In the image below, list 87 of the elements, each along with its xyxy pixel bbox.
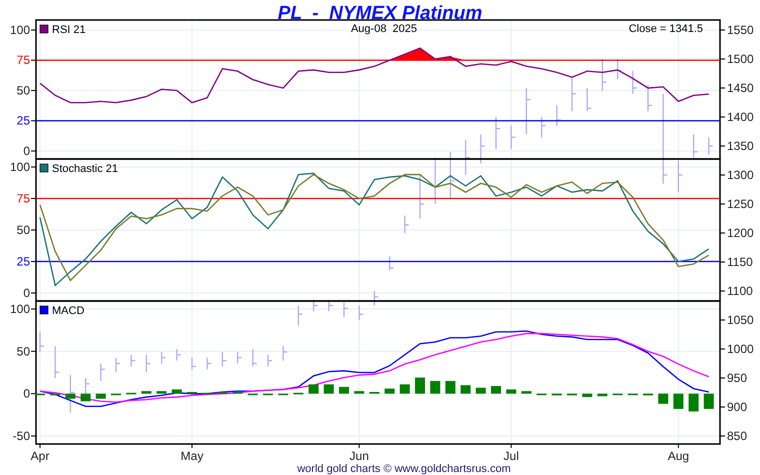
axis-tick-label: 1200 [727, 226, 754, 240]
axis-tick-label: 100 [10, 23, 30, 37]
price-bar [176, 349, 181, 361]
axis-tick-label: 50 [16, 84, 30, 98]
axis-tick-label: 0 [23, 286, 30, 300]
axis-tick-label: 100 [10, 160, 30, 174]
price-bar [708, 137, 713, 155]
chart-title: PL - NYMEX Platinum [278, 3, 482, 24]
axis-tick-label: 1150 [727, 255, 753, 269]
axis-tick-label: 950 [727, 371, 748, 385]
price-bar [389, 256, 394, 271]
price-bar [298, 306, 302, 326]
axis-tick-label: 1400 [727, 110, 754, 124]
price-bar [602, 59, 606, 91]
price-bar [70, 375, 74, 413]
price-bar [39, 332, 44, 352]
price-bar [510, 126, 516, 149]
axis-tick-label: 25 [16, 254, 30, 268]
price-bar [191, 358, 196, 370]
price-bar [237, 352, 242, 364]
legend-label: Stochastic 21 [52, 163, 118, 175]
price-bar [222, 352, 226, 366]
axis-tick-label: 0 [23, 144, 30, 158]
axis-tick-label: 1050 [727, 313, 754, 327]
price-bar [556, 105, 561, 126]
price-bar [374, 291, 378, 306]
price-bar [343, 302, 348, 318]
footer-text: world gold charts © www.goldchartsrus.com [297, 463, 511, 475]
price-bar [267, 354, 272, 366]
axis-tick-label: Apr [30, 449, 50, 463]
tick-mark [358, 444, 360, 448]
price-bar [678, 160, 682, 192]
price-bar [647, 85, 652, 112]
tick-mark [510, 444, 512, 448]
axis-tick-label: 50 [16, 344, 30, 358]
price-bar [85, 378, 90, 396]
axis-tick-label: 100 [10, 302, 30, 316]
price-bar [54, 346, 60, 378]
price-bar [404, 216, 409, 233]
axis-tick-label: May [180, 449, 204, 463]
price-bar [480, 134, 485, 164]
price-bar [130, 354, 136, 366]
price-bar [146, 354, 150, 372]
axis-tick-label: 75 [16, 192, 30, 206]
price-bar [100, 364, 105, 381]
price-bar [282, 346, 288, 361]
axis-tick-label: 75 [16, 53, 30, 68]
price-bar [693, 134, 698, 158]
axis-tick-label: 25 [16, 114, 30, 128]
price-bar [419, 175, 424, 218]
axis-tick-label: Jul [504, 449, 519, 463]
price-bar [115, 358, 120, 372]
axis-tick-label: 1550 [727, 23, 754, 37]
price-bar [571, 76, 576, 112]
axis-tick-label: 50 [16, 223, 30, 237]
price-bar [617, 59, 622, 80]
price-bar [526, 88, 530, 134]
date-label: Aug-08 2025 [350, 23, 418, 35]
price-bar [450, 152, 454, 198]
axis-tick-label: 1250 [727, 197, 754, 211]
tick-mark [678, 444, 679, 448]
price-bar [328, 300, 333, 312]
price-bar [632, 70, 637, 94]
legend-label: MACD [52, 305, 84, 317]
price-bar [161, 352, 166, 364]
price-bar [252, 349, 257, 366]
price-bar [206, 358, 212, 370]
price-bar [495, 117, 500, 149]
axis-tick-label: Jun [350, 449, 369, 463]
close-label: Close = 1341.5 [628, 23, 703, 35]
axis-tick-label: 1350 [727, 139, 754, 153]
price-bar [313, 300, 318, 312]
axis-tick-label: 850 [727, 429, 748, 443]
price-bar [465, 140, 470, 175]
price-bar [541, 117, 546, 138]
price-bar [586, 88, 592, 112]
axis-tick-label: 1450 [727, 81, 754, 95]
axis-tick-label: -50 [12, 429, 30, 443]
axis-tick-label: 0 [23, 386, 30, 401]
axis-tick-label: 1300 [727, 168, 754, 182]
axis-tick-label: Aug [668, 449, 690, 463]
axis-tick-label: 900 [727, 400, 748, 414]
axis-tick-label: 1000 [727, 342, 754, 356]
axis-tick-label: 1100 [727, 284, 753, 298]
price-bar [358, 306, 364, 320]
legend-label: RSI 21 [52, 24, 86, 36]
axis-tick-label: 1500 [727, 52, 754, 66]
